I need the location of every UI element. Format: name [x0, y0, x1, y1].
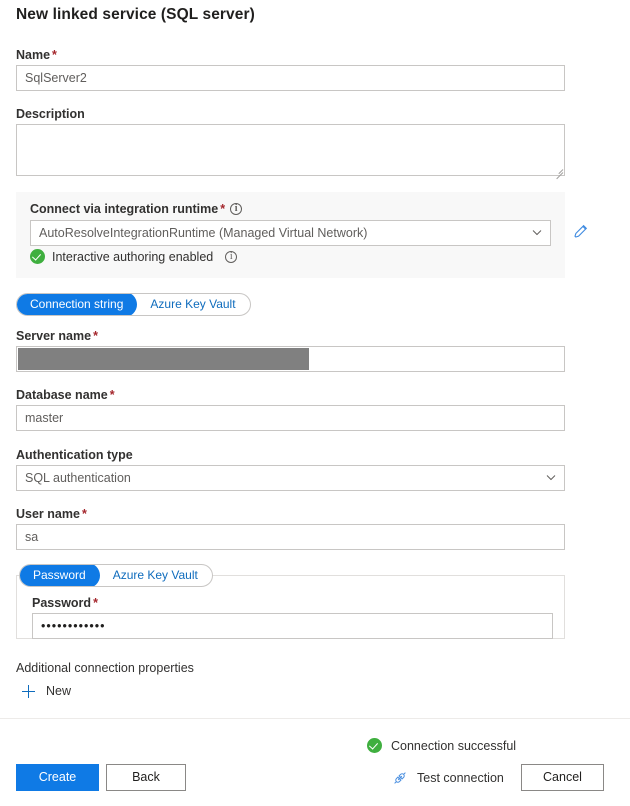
integration-runtime-select[interactable]: AutoResolveIntegrationRuntime (Managed V…	[30, 220, 551, 246]
required-asterisk: *	[82, 507, 87, 521]
connection-status: Connection successful	[367, 738, 516, 753]
cancel-button[interactable]: Cancel	[521, 764, 604, 791]
server-name-redaction-overlay	[18, 348, 309, 370]
name-input[interactable]	[16, 65, 565, 91]
required-asterisk: *	[93, 329, 98, 343]
authentication-type-label: Authentication type	[16, 447, 133, 463]
integration-runtime-label-text: Connect via integration runtime	[30, 202, 218, 216]
password-label-text: Password	[32, 596, 91, 610]
add-new-property-label: New	[46, 684, 71, 698]
name-label: Name*	[16, 47, 57, 63]
plus-icon	[22, 685, 35, 698]
password-label: Password*	[32, 595, 98, 611]
description-textarea[interactable]	[16, 124, 565, 176]
new-linked-service-dialog: New linked service (SQL server) Name* De…	[0, 0, 630, 806]
authentication-type-select[interactable]: SQL authentication	[16, 465, 565, 491]
server-name-label: Server name*	[16, 328, 98, 344]
additional-connection-properties-label: Additional connection properties	[16, 660, 194, 676]
plug-icon	[392, 770, 408, 786]
authentication-type-value: SQL authentication	[25, 471, 131, 485]
page-title: New linked service (SQL server)	[16, 6, 255, 24]
footer-divider	[0, 718, 630, 719]
connection-status-text: Connection successful	[391, 739, 516, 753]
pencil-icon-svg	[572, 222, 590, 240]
interactive-authoring-status: Interactive authoring enabled	[30, 249, 237, 264]
test-connection-label: Test connection	[417, 771, 504, 785]
server-name-label-text: Server name	[16, 329, 91, 343]
user-name-label: User name*	[16, 506, 87, 522]
chevron-down-icon	[533, 230, 541, 238]
interactive-authoring-text: Interactive authoring enabled	[52, 250, 213, 264]
name-label-text: Name	[16, 48, 50, 62]
database-name-label: Database name*	[16, 387, 115, 403]
green-check-icon	[30, 249, 45, 264]
user-name-label-text: User name	[16, 507, 80, 521]
required-asterisk: *	[220, 202, 225, 216]
additional-connection-properties-text: Additional connection properties	[16, 661, 194, 675]
database-name-label-text: Database name	[16, 388, 108, 402]
chevron-down-icon	[547, 475, 555, 483]
tab-azure-key-vault[interactable]: Azure Key Vault	[136, 293, 249, 316]
back-button[interactable]: Back	[106, 764, 186, 791]
required-asterisk: *	[110, 388, 115, 402]
password-input[interactable]	[32, 613, 553, 639]
database-name-input[interactable]	[16, 405, 565, 431]
authentication-type-label-text: Authentication type	[16, 448, 133, 462]
test-connection-button[interactable]: Test connection	[392, 764, 504, 791]
description-label-text: Description	[16, 107, 85, 121]
password-source-toggle: Password Azure Key Vault	[19, 564, 213, 587]
create-button[interactable]: Create	[16, 764, 99, 791]
pencil-icon[interactable]	[572, 222, 590, 240]
integration-runtime-label: Connect via integration runtime*	[30, 201, 242, 217]
required-asterisk: *	[93, 596, 98, 610]
integration-runtime-select-wrapper: AutoResolveIntegrationRuntime (Managed V…	[30, 220, 551, 246]
required-asterisk: *	[52, 48, 57, 62]
tab-password[interactable]: Password	[19, 564, 100, 587]
info-icon[interactable]	[230, 203, 242, 215]
add-new-property-button[interactable]: New	[22, 684, 71, 698]
tab-password-azure-key-vault[interactable]: Azure Key Vault	[99, 564, 212, 587]
user-name-input[interactable]	[16, 524, 565, 550]
integration-runtime-value: AutoResolveIntegrationRuntime (Managed V…	[39, 226, 367, 240]
info-icon[interactable]	[225, 251, 237, 263]
tab-connection-string[interactable]: Connection string	[16, 293, 137, 316]
description-label: Description	[16, 106, 85, 122]
connection-string-toggle: Connection string Azure Key Vault	[16, 293, 251, 316]
green-check-icon	[367, 738, 382, 753]
